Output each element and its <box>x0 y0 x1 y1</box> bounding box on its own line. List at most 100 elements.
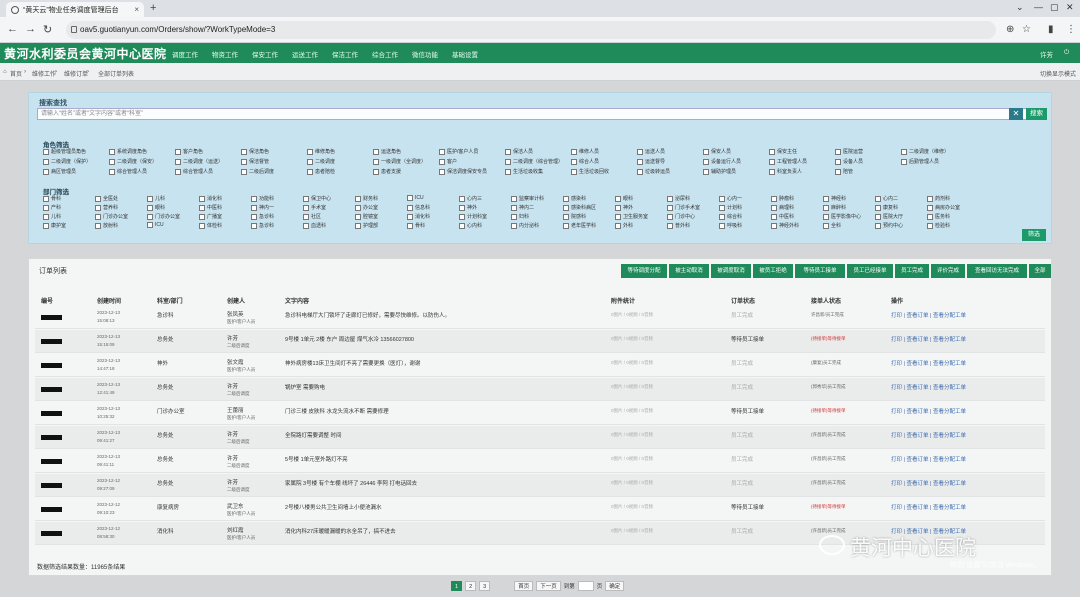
dept-checkbox[interactable]: 手术室 <box>303 204 326 211</box>
dept-checkbox[interactable]: 急诊科 <box>251 213 274 220</box>
role-checkbox[interactable]: 综合管理人员 <box>109 168 147 175</box>
breadcrumb-item[interactable]: 首页 <box>10 69 22 78</box>
checkbox-icon[interactable] <box>251 204 257 211</box>
checkbox-icon[interactable] <box>439 168 445 175</box>
dept-checkbox[interactable]: 产科 <box>43 204 61 211</box>
checkbox-icon[interactable] <box>95 204 101 211</box>
checkbox-icon[interactable] <box>147 195 153 202</box>
checkbox-icon[interactable] <box>927 195 933 202</box>
first-page-button[interactable]: 首页 <box>514 581 534 591</box>
checkbox-icon[interactable] <box>667 213 673 220</box>
checkbox-icon[interactable] <box>769 148 775 155</box>
status-filter-button[interactable]: 等待调度分配 <box>621 264 667 278</box>
dept-checkbox[interactable]: 社区 <box>303 213 321 220</box>
checkbox-icon[interactable] <box>109 158 115 165</box>
checkbox-icon[interactable] <box>407 195 413 201</box>
table-row[interactable]: 2023-12-13 12:41:49 总务处 许芳 二级后调度 锅炉室 需要购电 0图片 … <box>35 378 1045 401</box>
role-checkbox[interactable]: 综合管理人员 <box>175 168 213 175</box>
checkbox-icon[interactable] <box>615 204 621 211</box>
checkbox-icon[interactable] <box>563 195 569 202</box>
dept-checkbox[interactable]: 肿瘤科 <box>771 195 794 202</box>
checkbox-icon[interactable] <box>563 213 569 220</box>
checkbox-icon[interactable] <box>719 204 725 211</box>
role-checkbox[interactable]: 保洁角色 <box>241 148 269 155</box>
checkbox-icon[interactable] <box>719 195 725 202</box>
status-filter-button[interactable]: 被员工拒绝 <box>753 264 793 278</box>
breadcrumb-item[interactable]: 维修工作 <box>32 69 56 78</box>
star-icon[interactable]: ☆ <box>1022 24 1031 35</box>
dept-checkbox[interactable]: 神内一 <box>251 204 274 211</box>
role-checkbox[interactable]: 运送人员 <box>637 148 665 155</box>
dept-checkbox[interactable]: 普外科 <box>667 222 690 229</box>
next-page-button[interactable]: 下一页 <box>536 581 561 591</box>
table-row[interactable]: 2023-12-12 09:10:23 康复病房 武卫东 医护/客户人员 2号楼八楼男公共… <box>35 498 1045 521</box>
dept-checkbox[interactable]: 病房办公室 <box>927 204 960 211</box>
reload-icon[interactable]: ↻ <box>43 23 52 36</box>
back-icon[interactable]: ← <box>7 23 18 35</box>
dept-checkbox[interactable]: 放射科 <box>95 222 118 229</box>
dept-checkbox[interactable]: 门诊中心 <box>667 213 695 220</box>
home-icon[interactable]: ⌂ <box>3 69 7 75</box>
role-checkbox[interactable]: 二级调度（运送） <box>175 158 223 165</box>
dept-checkbox[interactable]: 医学影像中心 <box>823 213 861 220</box>
checkbox-icon[interactable] <box>563 222 569 229</box>
checkbox-icon[interactable] <box>459 213 465 220</box>
role-checkbox[interactable]: 保安人员 <box>703 148 731 155</box>
dept-checkbox[interactable]: 神外 <box>459 204 477 211</box>
checkbox-icon[interactable] <box>95 195 101 202</box>
checkbox-icon[interactable] <box>251 195 257 202</box>
user-name[interactable]: 许芳 <box>1040 49 1053 59</box>
dept-checkbox[interactable]: 康护室 <box>43 222 66 229</box>
goto-page-input[interactable] <box>577 581 594 591</box>
dept-checkbox[interactable]: 综合科 <box>719 213 742 220</box>
page-button[interactable]: 2 <box>465 581 477 591</box>
filter-button[interactable]: 筛选 <box>1022 229 1046 241</box>
row-actions[interactable]: 打印 | 查看订单 | 查看分配工单 <box>891 479 966 487</box>
dept-checkbox[interactable]: 保卫中心 <box>303 195 331 202</box>
dept-checkbox[interactable]: 营养科 <box>95 204 118 211</box>
close-tab-icon[interactable]: × <box>134 5 139 14</box>
checkbox-icon[interactable] <box>511 204 517 211</box>
role-checkbox[interactable]: 后勤管理人员 <box>901 158 939 165</box>
checkbox-icon[interactable] <box>835 158 841 165</box>
checkbox-icon[interactable] <box>439 158 445 165</box>
dept-checkbox[interactable]: 内分泌科 <box>511 222 539 229</box>
checkbox-icon[interactable] <box>373 148 379 155</box>
checkbox-icon[interactable] <box>459 195 465 202</box>
dept-checkbox[interactable]: 监察审计科 <box>511 195 544 202</box>
role-checkbox[interactable]: 二级调度（维修） <box>901 148 949 155</box>
maximize-icon[interactable]: ▢ <box>1050 2 1059 13</box>
checkbox-icon[interactable] <box>771 204 777 211</box>
dept-checkbox[interactable]: 中医科 <box>771 213 794 220</box>
dept-checkbox[interactable]: 呼吸科 <box>719 222 742 229</box>
dept-checkbox[interactable]: 泌尿科 <box>667 195 690 202</box>
table-row[interactable]: 2023-12-13 15:15:09 总务处 许芳 二级后调度 9号楼 1单元 2楼 东… <box>35 330 1045 353</box>
menu-item[interactable]: 保洁工作 <box>332 49 372 59</box>
checkbox-icon[interactable] <box>901 148 907 155</box>
role-checkbox[interactable]: 二级后调度 <box>241 168 274 175</box>
table-row[interactable]: 2023-12-13 09:41:11 总务处 许芳 二级后调度 5号楼 1单元室外路灯不… <box>35 450 1045 473</box>
checkbox-icon[interactable] <box>303 222 309 229</box>
switch-display-mode[interactable]: 切换显示模式 <box>1040 69 1076 78</box>
checkbox-icon[interactable] <box>571 168 577 175</box>
role-checkbox[interactable]: 系统调度角色 <box>109 148 147 155</box>
checkbox-icon[interactable] <box>251 222 257 229</box>
role-checkbox[interactable]: 客户角色 <box>175 148 203 155</box>
checkbox-icon[interactable] <box>307 168 313 175</box>
dept-checkbox[interactable]: 急诊科 <box>251 222 274 229</box>
role-checkbox[interactable]: 二级调度 <box>307 158 335 165</box>
checkbox-icon[interactable] <box>571 148 577 155</box>
dept-checkbox[interactable]: 神内二 <box>511 204 534 211</box>
checkbox-icon[interactable] <box>251 213 257 220</box>
dept-checkbox[interactable]: 神经外科 <box>771 222 799 229</box>
checkbox-icon[interactable] <box>199 213 205 220</box>
role-checkbox[interactable]: 垃圾转运员 <box>637 168 670 175</box>
table-row[interactable]: 2023-12-13 15:08:13 急诊科 张凤英 医护/客户人员 急诊科电梯厅大门锁… <box>35 306 1045 329</box>
dept-checkbox[interactable]: 妇科 <box>511 213 529 220</box>
checkbox-icon[interactable] <box>43 213 49 220</box>
checkbox-icon[interactable] <box>667 222 673 229</box>
checkbox-icon[interactable] <box>175 148 181 155</box>
checkbox-icon[interactable] <box>199 195 205 202</box>
table-row[interactable]: 2023-12-13 10:25:32 门诊办公室 王蕾丽 医护/客户人员 门诊三楼 皮肤… <box>35 402 1045 425</box>
role-checkbox[interactable]: 设备运行人员 <box>703 158 741 165</box>
